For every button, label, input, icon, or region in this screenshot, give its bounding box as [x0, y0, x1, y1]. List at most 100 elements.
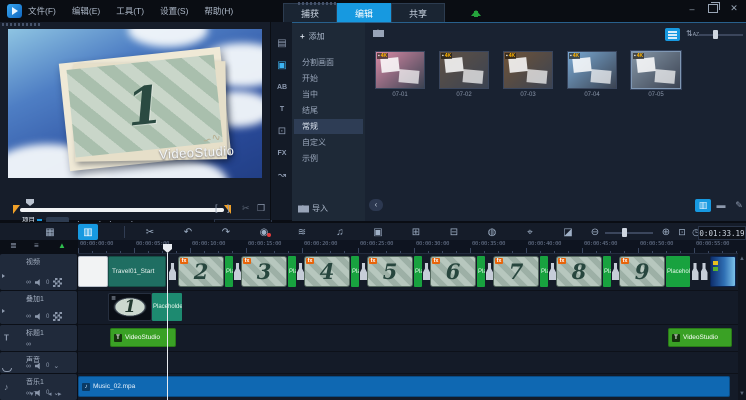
video-clip-number-9[interactable]: 9fx [619, 256, 665, 287]
video-clip-placeholder[interactable]: Placeholder [603, 256, 611, 287]
panel-drag-handle[interactable] [2, 23, 40, 26]
scroll-down-icon[interactable]: ▼ [739, 391, 745, 397]
enlarge-preview-button[interactable]: ❒ [257, 203, 265, 214]
transition-icon[interactable] [297, 256, 304, 287]
transition-icon[interactable] [549, 256, 556, 287]
title-clip-1[interactable]: TVideoStudio [668, 328, 732, 347]
timeline-ruler[interactable]: 00:00:00:0000:00:05:0000:00:10:0000:00:1… [78, 240, 746, 254]
ripple-edit-icon[interactable]: ≡ [34, 241, 39, 250]
video-clip-number-5[interactable]: 5fx [367, 256, 413, 287]
tab-共享[interactable]: 共享 [391, 3, 445, 22]
scroll-left-button[interactable]: ◂ [48, 390, 52, 398]
record-capture-icon[interactable]: ◉ [254, 224, 274, 240]
split-clip-icon[interactable]: ✂ [140, 224, 160, 240]
template-thumbnail-07-03[interactable]: ▪4K [503, 51, 553, 89]
collapse-library-button[interactable]: ‹ [369, 199, 383, 211]
category-常规[interactable]: 常规 [294, 119, 363, 134]
transition-icon[interactable] [168, 256, 177, 287]
chevron-down-icon[interactable]: ⌄ [53, 362, 59, 370]
add-folder-icon[interactable] [373, 29, 384, 37]
timeline-zoom-knob[interactable] [622, 228, 627, 237]
transition-icon[interactable] [360, 256, 367, 287]
split-screen-template-icon[interactable]: ⊟ [444, 224, 464, 240]
motion-path-icon[interactable]: ↝ [271, 166, 293, 184]
menu-item-0[interactable]: 文件(F) [28, 5, 56, 17]
menu-item-2[interactable]: 工具(T) [116, 5, 144, 17]
multicam-editor-icon[interactable]: ▣ [368, 224, 388, 240]
mask-creator-icon[interactable]: ◪ [558, 224, 578, 240]
template-thumbnail-07-04[interactable]: ▪4K [567, 51, 617, 89]
category-开始[interactable]: 开始 [294, 71, 363, 86]
storyboard-view-icon[interactable]: ▦ [40, 224, 60, 240]
mark-out-button[interactable]: ] [227, 203, 230, 213]
video-clip-placeholder[interactable]: Placeholder [288, 256, 296, 287]
track-volume-icon[interactable] [35, 363, 42, 370]
speech-bubble-icon[interactable]: ◍ [482, 224, 502, 240]
minimize-button[interactable]: – [686, 4, 698, 14]
show-media-button[interactable]: ▬ [713, 199, 729, 212]
playhead-line[interactable] [167, 253, 168, 400]
track-volume-icon[interactable] [35, 313, 42, 320]
split-clip-button[interactable]: ✂ [242, 203, 250, 214]
transition-icon[interactable] [234, 256, 241, 287]
menu-item-4[interactable]: 帮助(H) [204, 5, 233, 17]
overlay-clip-thumbnail[interactable]: ≣1 [108, 293, 152, 321]
link-icon[interactable]: ∞ [26, 313, 31, 320]
template-thumbnail-07-02[interactable]: ▪4K [439, 51, 489, 89]
panel-drag-handle[interactable] [298, 2, 336, 5]
show-library-button[interactable]: ▥ [695, 199, 711, 212]
timeline-zoom-slider[interactable] [605, 232, 653, 234]
transition-icon[interactable] [700, 256, 708, 287]
title-icon[interactable]: T [271, 100, 293, 118]
tab-编辑[interactable]: 编辑 [337, 3, 391, 22]
video-clip-number-7[interactable]: 7fx [493, 256, 539, 287]
video-clip-placeholder[interactable]: Placeholder [666, 256, 690, 287]
track-manager-icon[interactable]: ≣ [10, 241, 17, 250]
transparency-icon[interactable] [53, 278, 62, 287]
video-clip-number-3[interactable]: 3fx [241, 256, 287, 287]
track-motion-icon[interactable]: ⌖ [520, 224, 540, 240]
subtitle-editor-icon[interactable]: ⊞ [406, 224, 426, 240]
transition-icon[interactable] [691, 256, 699, 287]
category-示例[interactable]: 示例 [294, 151, 363, 166]
video-clip-placeholder[interactable]: Placeholder [540, 256, 548, 287]
tab-捕获[interactable]: 捕获 [283, 3, 337, 22]
restore-button[interactable] [708, 4, 718, 13]
close-button[interactable]: ✕ [728, 3, 740, 14]
transition-icon[interactable] [486, 256, 493, 287]
video-clip-placeholder[interactable]: Placeholder [351, 256, 359, 287]
music-clip[interactable]: ♪Music_02.mpa [78, 376, 730, 397]
link-icon[interactable]: ∞ [26, 279, 31, 286]
timeline-view-icon[interactable]: ▥ [78, 224, 98, 240]
overlay-icon[interactable]: ⊡ [271, 122, 293, 140]
video-clip-placeholder[interactable]: Placeholder [477, 256, 485, 287]
category-自定义[interactable]: 自定义 [294, 135, 363, 150]
category-分割画面[interactable]: 分割画面 [294, 55, 363, 70]
template-thumbnail-07-05[interactable]: ▪4K [631, 51, 681, 89]
trim-start-handle[interactable] [13, 205, 20, 214]
video-clip-start[interactable]: Travel01_Start [108, 256, 166, 287]
media-icon[interactable]: ▤ [271, 34, 293, 52]
sort-icon[interactable]: ⇅AZ [686, 29, 699, 38]
scroll-right-button[interactable]: ▸ [58, 390, 62, 398]
filter-icon[interactable]: FX [271, 144, 293, 162]
menu-item-1[interactable]: 编辑(E) [72, 5, 100, 17]
video-clip-number-8[interactable]: 8fx [556, 256, 602, 287]
category-结尾[interactable]: 结尾 [294, 103, 363, 118]
video-clip-number-6[interactable]: 6fx [430, 256, 476, 287]
template-thumbnail-07-01[interactable]: ▪4K [375, 51, 425, 89]
video-clip-placeholder[interactable]: Placeholder [225, 256, 233, 287]
video-clip-end[interactable] [710, 256, 736, 287]
transparency-icon[interactable] [53, 312, 62, 321]
scrub-bar[interactable] [20, 208, 224, 212]
mark-in-button[interactable]: [ [215, 203, 218, 213]
undo-icon[interactable]: ↶ [178, 224, 198, 240]
transition-icon[interactable] [612, 256, 619, 287]
zoom-out-icon[interactable]: ⊖ [585, 224, 605, 240]
video-clip-number-4[interactable]: 4fx [304, 256, 350, 287]
upgrade-arrow-icon[interactable] [470, 5, 482, 17]
redo-icon[interactable]: ↷ [216, 224, 236, 240]
sound-mixer-icon[interactable]: ≋ [292, 224, 312, 240]
preview-playhead-marker[interactable] [26, 199, 34, 206]
grid-view-button[interactable] [665, 28, 680, 41]
